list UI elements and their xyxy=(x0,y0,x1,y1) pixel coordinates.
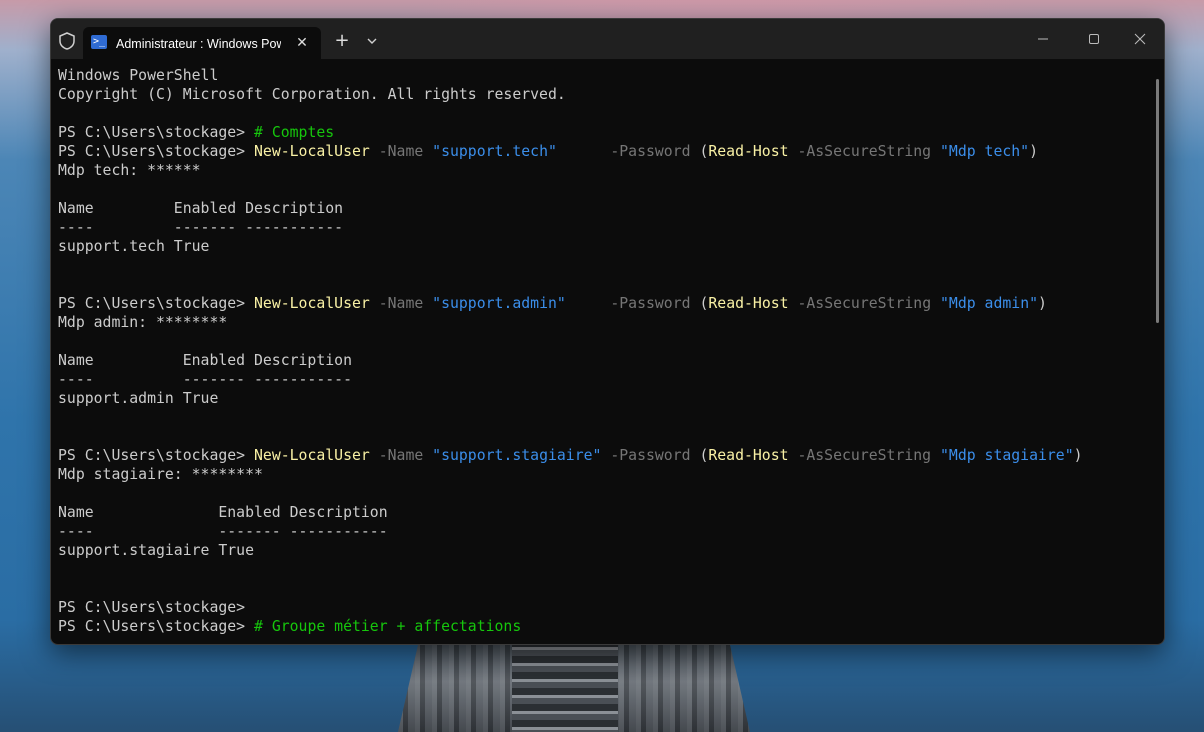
terminal-line: Name Enabled Description xyxy=(58,351,1148,370)
terminal-line: support.admin True xyxy=(58,389,1148,408)
scrollbar[interactable] xyxy=(1156,79,1159,323)
terminal-line: ---- ------- ----------- xyxy=(58,522,1148,541)
terminal-text-segment: PS C:\Users\stockage> xyxy=(58,124,254,141)
terminal-text-segment: Mdp stagiaire: ******** xyxy=(58,466,263,483)
terminal-line: PS C:\Users\stockage> New-LocalUser -Nam… xyxy=(58,294,1148,313)
terminal-line: Name Enabled Description xyxy=(58,199,1148,218)
terminal-line: Name Enabled Description xyxy=(58,503,1148,522)
close-tab-icon[interactable]: ✕ xyxy=(293,34,311,52)
terminal-line: Windows PowerShell xyxy=(58,66,1148,85)
dock-steps-background xyxy=(512,640,618,732)
terminal-line: support.tech True xyxy=(58,237,1148,256)
terminal-text-segment: support.tech True xyxy=(58,238,210,255)
terminal-window: >_ Administrateur : Windows PowerShell ✕… xyxy=(50,18,1165,645)
terminal-text-segment: New-LocalUser xyxy=(254,447,370,464)
terminal-text-segment: -Password xyxy=(565,295,700,312)
terminal-text-segment: "support.stagiaire" xyxy=(432,447,602,464)
terminal-text-segment: Read-Host xyxy=(708,143,789,160)
minimize-icon[interactable] xyxy=(1032,29,1054,49)
terminal-text-segment: -Name xyxy=(369,447,433,464)
terminal-text-segment: Name Enabled Description xyxy=(58,504,388,521)
terminal-line: PS C:\Users\stockage> # Groupe métier + … xyxy=(58,617,1148,636)
terminal-text-segment: ---- ------- ----------- xyxy=(58,523,388,540)
terminal-line: PS C:\Users\stockage> xyxy=(58,598,1148,617)
terminal-text-segment: # Groupe métier + affectations xyxy=(254,618,522,635)
terminal-text-segment: -Name xyxy=(369,143,433,160)
terminal-text-segment: ---- ------- ----------- xyxy=(58,371,352,388)
terminal-line: ---- ------- ----------- xyxy=(58,218,1148,237)
terminal-text-segment: ---- ------- ----------- xyxy=(58,219,344,236)
terminal-text-segment: Name Enabled Description xyxy=(58,352,352,369)
terminal-line: PS C:\Users\stockage> New-LocalUser -Nam… xyxy=(58,446,1148,465)
terminal-text-segment: -AsSecureString xyxy=(788,295,941,312)
terminal-line: Mdp stagiaire: ******** xyxy=(58,465,1148,484)
title-bar[interactable]: >_ Administrateur : Windows PowerShell ✕… xyxy=(51,19,1164,59)
terminal-text-segment: support.stagiaire True xyxy=(58,542,254,559)
terminal-line: Copyright (C) Microsoft Corporation. All… xyxy=(58,85,1148,104)
terminal-line: ---- ------- ----------- xyxy=(58,370,1148,389)
terminal-text-segment: "support.tech" xyxy=(432,143,557,160)
terminal-text-segment: "Mdp stagiaire" xyxy=(940,447,1074,464)
terminal-output[interactable]: Windows PowerShell Copyright (C) Microsof… xyxy=(58,66,1148,644)
terminal-line: PS C:\Users\stockage> # Comptes xyxy=(58,123,1148,142)
terminal-text-segment: Name Enabled Description xyxy=(58,200,344,217)
terminal-text-segment: PS C:\Users\stockage> xyxy=(58,618,254,635)
new-tab-button[interactable]: + xyxy=(333,31,351,51)
terminal-text-segment: ) xyxy=(1038,295,1047,312)
tab-title: Administrateur : Windows PowerShell xyxy=(116,37,281,51)
terminal-line: PS C:\Users\stockage> New-LocalUser -Nam… xyxy=(58,142,1148,161)
terminal-line: Mdp admin: ******** xyxy=(58,313,1148,332)
terminal-text-segment: ) xyxy=(1029,143,1039,160)
shield-icon xyxy=(59,32,75,50)
terminal-text-segment: Read-Host xyxy=(708,295,789,312)
powershell-icon: >_ xyxy=(91,35,107,49)
terminal-text-segment: PS C:\Users\stockage> xyxy=(58,447,254,464)
terminal-text-segment: "Mdp admin" xyxy=(940,295,1039,312)
terminal-text-segment: Copyright (C) Microsoft Corporation. All… xyxy=(58,86,566,103)
terminal-text-segment: "support.admin" xyxy=(432,295,566,312)
terminal-line: support.stagiaire True xyxy=(58,541,1148,560)
close-window-icon[interactable] xyxy=(1129,29,1151,49)
maximize-icon[interactable] xyxy=(1083,29,1105,49)
terminal-text-segment: -Password xyxy=(556,143,700,160)
terminal-text-segment: Mdp admin: ******** xyxy=(58,314,228,331)
terminal-text-segment: -AsSecureString xyxy=(788,447,940,464)
terminal-text-segment: ) xyxy=(1073,447,1083,464)
terminal-text-segment: PS C:\Users\stockage> xyxy=(58,143,254,160)
terminal-text-segment: -Name xyxy=(369,295,433,312)
terminal-text-segment: -Password xyxy=(601,447,700,464)
tab-powershell[interactable]: >_ Administrateur : Windows PowerShell ✕ xyxy=(83,27,321,59)
terminal-text-segment: "Mdp tech" xyxy=(940,143,1030,160)
terminal-text-segment: PS C:\Users\stockage> xyxy=(58,599,246,616)
terminal-text-segment: Read-Host xyxy=(708,447,789,464)
terminal-line: Mdp tech: ****** xyxy=(58,161,1148,180)
terminal-text-segment: # Comptes xyxy=(254,124,335,141)
chevron-down-icon[interactable] xyxy=(363,33,381,49)
terminal-text-segment: PS C:\Users\stockage> xyxy=(58,295,254,312)
terminal-text-segment: New-LocalUser xyxy=(254,295,370,312)
terminal-text-segment: Windows PowerShell xyxy=(58,67,219,84)
terminal-text-segment: Mdp tech: ****** xyxy=(58,162,201,179)
terminal-text-segment: support.admin True xyxy=(58,390,219,407)
terminal-text-segment: -AsSecureString xyxy=(788,143,940,160)
terminal-text-segment: New-LocalUser xyxy=(254,143,370,160)
